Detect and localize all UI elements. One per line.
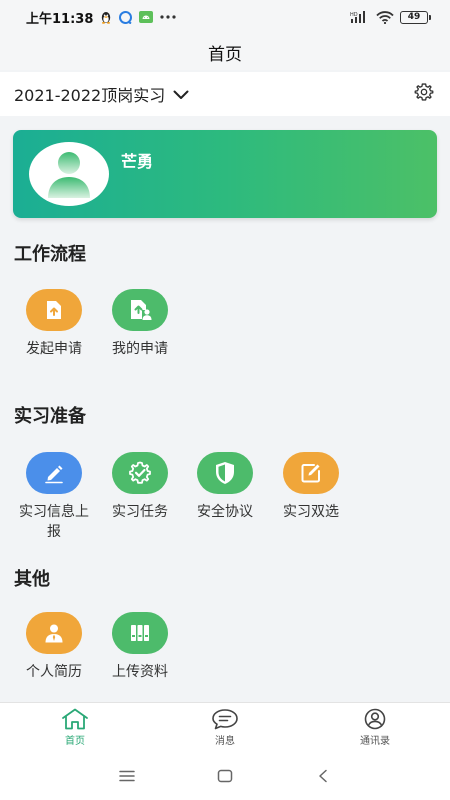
android-icon [139,11,154,23]
chevron-down-icon [173,85,189,104]
status-bar: 上午11:38 HD 49 [0,0,450,34]
bottom-tab-bar: 首页 消息 通讯录 [0,702,450,752]
profile-name: 芒勇 [121,152,154,171]
edit-box-icon [301,464,320,483]
message-icon [212,709,238,730]
grid-label: 发起申请 [26,341,82,357]
tab-label: 通讯录 [360,736,390,747]
header: 首页 [0,34,450,70]
grid-label: 安全协议 [197,504,253,520]
more-dots-icon [160,15,176,19]
grid-label: 实习任务 [112,504,168,520]
grid-item-two-way-selection[interactable]: 实习双选 [271,452,351,522]
home-icon [62,708,88,730]
grid-item-safety-agreement[interactable]: 安全协议 [185,452,265,522]
grid-item-internship-task[interactable]: 实习任务 [100,452,180,522]
section-title-workflow: 工作流程 [14,244,86,265]
task-gear-icon [129,461,151,484]
grid-item-info-report[interactable]: 实习信息上报 [14,452,94,542]
edit-pencil-icon [45,465,63,484]
tab-label: 首页 [65,736,85,747]
grid-item-start-application[interactable]: 发起申请 [14,289,94,359]
grid-label: 我的申请 [112,341,168,357]
tile-info-report [26,452,82,494]
grid-label: 实习信息上报 [19,504,89,540]
binders-icon [131,625,149,641]
tab-contacts[interactable]: 通讯录 [300,703,450,752]
tile-resume [26,612,82,654]
browser-icon [119,10,133,24]
back-chevron-icon [319,769,327,783]
page-title: 首页 [208,44,242,65]
tile-upload-materials [112,612,168,654]
tile-safety-agreement [197,452,253,494]
section-title-preparation: 实习准备 [14,406,86,427]
tile-my-application [112,289,168,331]
user-silhouette-icon [48,152,90,198]
gear-icon [414,82,434,106]
upload-file-icon [47,301,61,319]
tile-start-application [26,289,82,331]
signal-icon: HD [350,11,370,23]
status-time: 上午11:38 [26,11,94,27]
tab-label: 消息 [215,736,235,747]
profile-card[interactable]: 芒勇 [13,130,437,218]
back-button[interactable] [311,764,335,788]
battery-indicator: 49 [400,10,431,24]
tab-messages[interactable]: 消息 [150,703,300,752]
grid-item-my-application[interactable]: 我的申请 [100,289,180,359]
qq-penguin-icon [100,11,112,24]
home-button[interactable] [213,764,237,788]
square-home-icon [217,769,233,783]
shield-icon [216,462,234,484]
grid-item-resume[interactable]: 个人简历 [14,612,94,682]
wifi-icon [376,10,394,24]
resume-person-icon [45,624,63,643]
grid-label: 个人简历 [26,664,82,680]
term-bar: 2021-2022顶岗实习 [0,72,450,116]
grid-item-upload-materials[interactable]: 上传资料 [100,612,180,682]
menu-button[interactable] [115,764,139,788]
section-title-other: 其他 [14,569,50,590]
settings-button[interactable] [412,82,436,106]
avatar [29,142,109,206]
grid-label: 实习双选 [283,504,339,520]
tile-internship-task [112,452,168,494]
menu-lines-icon [119,770,135,782]
system-navigation-bar [0,752,450,800]
tab-home[interactable]: 首页 [0,703,150,752]
tile-two-way-selection [283,452,339,494]
contacts-icon [364,708,386,730]
my-application-icon [131,300,152,320]
term-label: 2021-2022顶岗实习 [14,86,166,105]
grid-label: 上传资料 [112,664,168,680]
term-selector[interactable]: 2021-2022顶岗实习 [14,82,189,106]
